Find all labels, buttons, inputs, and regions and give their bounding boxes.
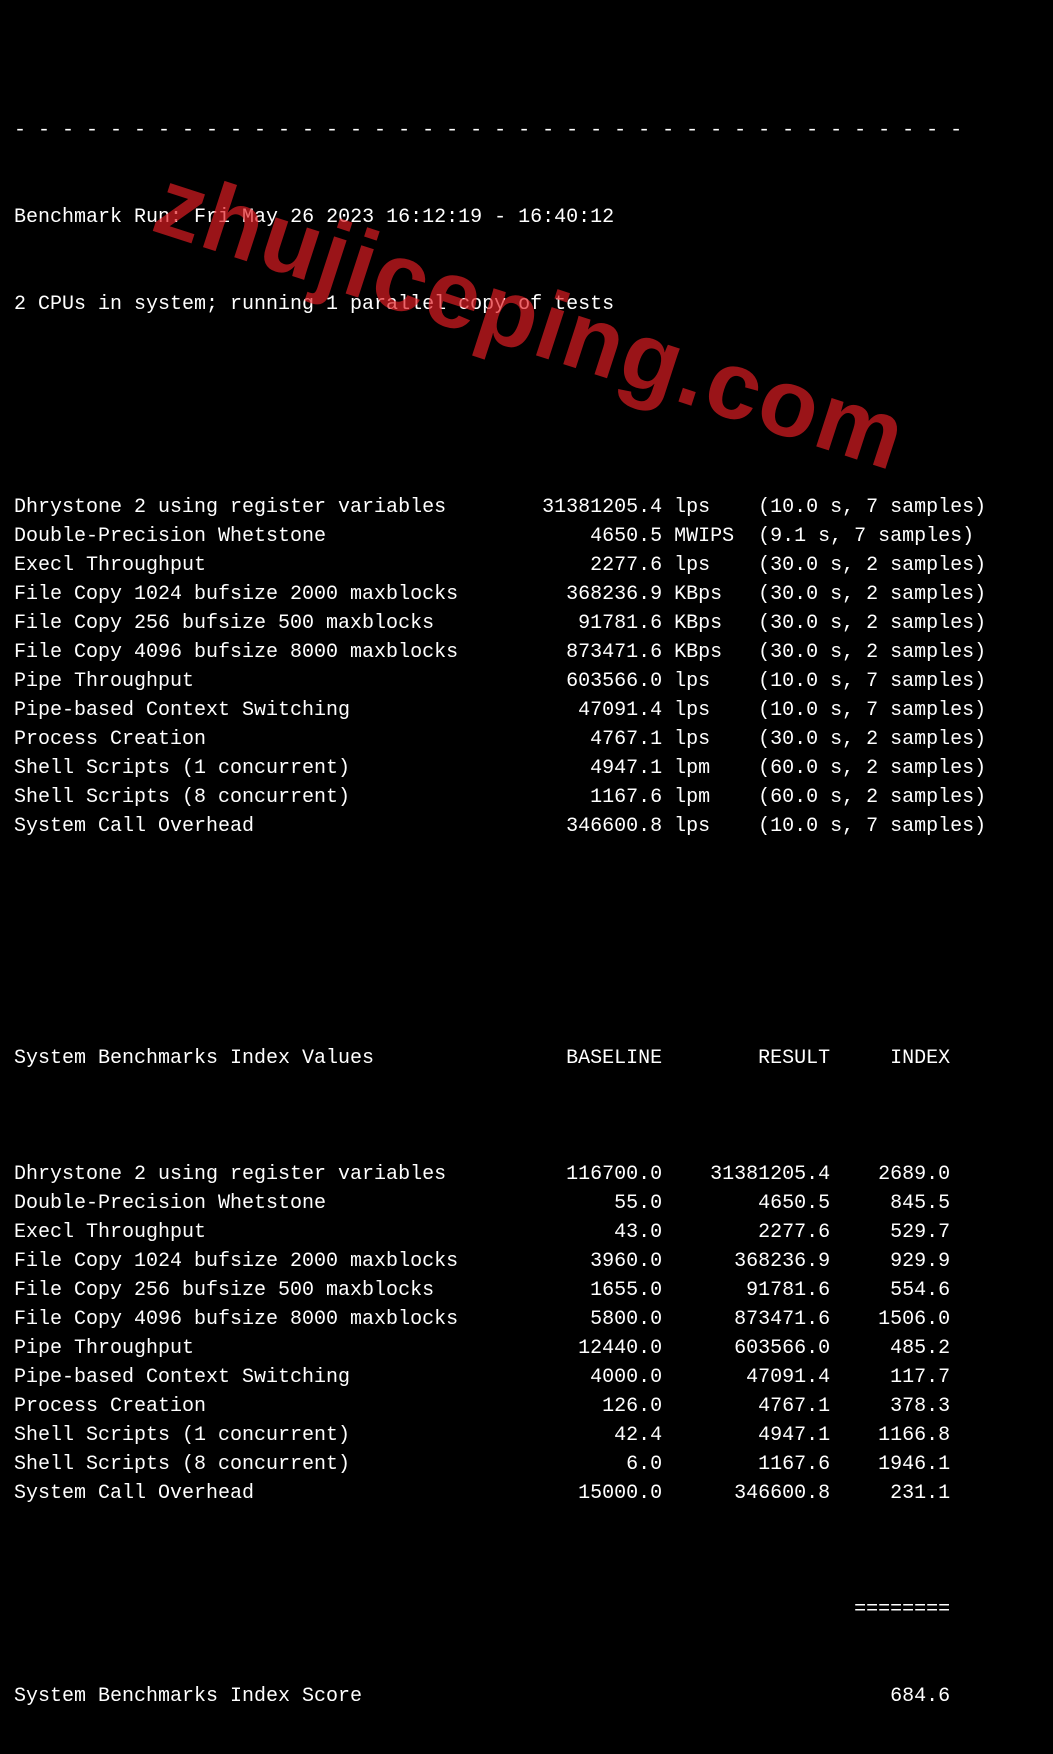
index-row: File Copy 1024 bufsize 2000 maxblocks 39… [14,1247,1039,1276]
index-row: Pipe-based Context Switching 4000.0 4709… [14,1363,1039,1392]
index-row: File Copy 256 bufsize 500 maxblocks 1655… [14,1276,1039,1305]
score-row: System Benchmarks Index Score 684.6 [14,1682,1039,1711]
terminal-output: zhujiceping.com - - - - - - - - - - - - … [0,0,1053,1754]
index-row: Process Creation 126.0 4767.1 378.3 [14,1392,1039,1421]
test-result-row: Pipe Throughput 603566.0 lps (10.0 s, 7 … [14,667,1039,696]
test-result-row: File Copy 256 bufsize 500 maxblocks 9178… [14,609,1039,638]
test-result-row: Pipe-based Context Switching 47091.4 lps… [14,696,1039,725]
test-result-row: File Copy 4096 bufsize 8000 maxblocks 87… [14,638,1039,667]
benchmark-run-line: Benchmark Run: Fri May 26 2023 16:12:19 … [14,203,1039,232]
index-row: Shell Scripts (8 concurrent) 6.0 1167.6 … [14,1450,1039,1479]
index-row: Shell Scripts (1 concurrent) 42.4 4947.1… [14,1421,1039,1450]
index-row: Execl Throughput 43.0 2277.6 529.7 [14,1218,1039,1247]
index-header-row: System Benchmarks Index Values BASELINE … [14,1044,1039,1073]
tests-block: Dhrystone 2 using register variables 313… [14,493,1039,841]
run-label: Benchmark Run: [14,206,182,229]
index-block: Dhrystone 2 using register variables 116… [14,1160,1039,1508]
system-info-line: 2 CPUs in system; running 1 parallel cop… [14,290,1039,319]
index-row: Dhrystone 2 using register variables 116… [14,1160,1039,1189]
index-row: Double-Precision Whetstone 55.0 4650.5 8… [14,1189,1039,1218]
score-divider: ======== [14,1595,1039,1624]
index-row: System Call Overhead 15000.0 346600.8 23… [14,1479,1039,1508]
test-result-row: File Copy 1024 bufsize 2000 maxblocks 36… [14,580,1039,609]
run-time: Fri May 26 2023 16:12:19 - 16:40:12 [194,206,614,229]
test-result-row: Execl Throughput 2277.6 lps (30.0 s, 2 s… [14,551,1039,580]
test-result-row: System Call Overhead 346600.8 lps (10.0 … [14,812,1039,841]
test-result-row: Process Creation 4767.1 lps (30.0 s, 2 s… [14,725,1039,754]
blank-line [14,377,1039,406]
test-result-row: Dhrystone 2 using register variables 313… [14,493,1039,522]
test-result-row: Shell Scripts (1 concurrent) 4947.1 lpm … [14,754,1039,783]
test-result-row: Double-Precision Whetstone 4650.5 MWIPS … [14,522,1039,551]
index-row: File Copy 4096 bufsize 8000 maxblocks 58… [14,1305,1039,1334]
blank-line [14,928,1039,957]
watermark-text: zhujiceping.com [138,133,925,507]
index-row: Pipe Throughput 12440.0 603566.0 485.2 [14,1334,1039,1363]
divider-top: - - - - - - - - - - - - - - - - - - - - … [14,116,1039,145]
test-result-row: Shell Scripts (8 concurrent) 1167.6 lpm … [14,783,1039,812]
